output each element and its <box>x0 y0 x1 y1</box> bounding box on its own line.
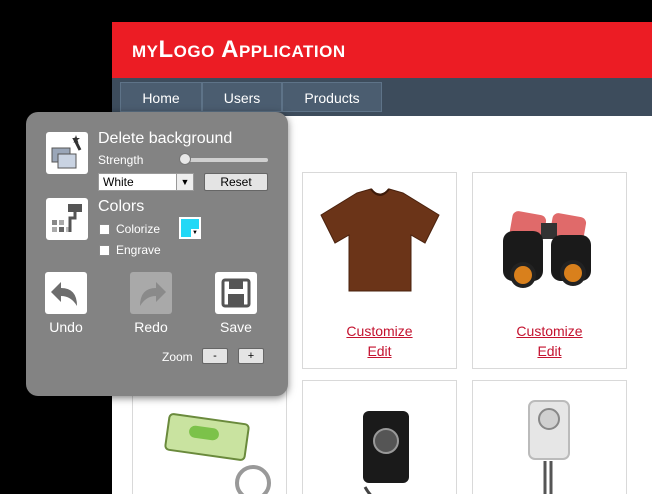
nav-tab-home[interactable]: Home <box>120 82 202 112</box>
product-card: Customize Edit <box>472 172 627 369</box>
customize-link[interactable]: Customize <box>473 321 626 341</box>
app-title: myLogo Application <box>132 36 346 63</box>
edit-link[interactable]: Edit <box>473 341 626 361</box>
binoculars-image <box>503 211 591 288</box>
spirit-level-image <box>164 413 271 494</box>
reset-button[interactable]: Reset <box>204 173 268 191</box>
compass-keychain-image <box>363 411 409 494</box>
background-color-value: White <box>103 175 134 189</box>
customize-link[interactable]: Customize <box>303 321 456 341</box>
undo-button[interactable] <box>45 272 87 314</box>
save-label: Save <box>220 319 252 335</box>
colorize-checkbox[interactable] <box>99 224 110 235</box>
edit-link[interactable]: Edit <box>303 341 456 361</box>
engrave-checkbox[interactable] <box>99 245 110 256</box>
redo-label: Redo <box>134 319 168 335</box>
app-header: myLogo Application <box>112 22 652 78</box>
chevron-down-icon: ▼ <box>191 229 199 237</box>
undo-icon <box>51 282 77 306</box>
delete-background-icon <box>46 132 88 174</box>
product-card <box>472 380 627 494</box>
nav-tab-products[interactable]: Products <box>282 82 382 112</box>
delete-background-title: Delete background <box>98 130 233 147</box>
zoom-out-button[interactable]: - <box>202 348 228 364</box>
undo-label: Undo <box>49 319 83 335</box>
editor-panel: Delete background Strength White ▼ Reset… <box>26 112 288 396</box>
strength-slider-thumb[interactable] <box>179 153 192 165</box>
engrave-label: Engrave <box>116 243 161 257</box>
color-swatch-picker[interactable]: ▼ <box>179 217 201 239</box>
strength-slider-track[interactable] <box>181 158 268 162</box>
product-card: Customize Edit <box>302 172 457 369</box>
floppy-disk-icon <box>221 278 251 308</box>
colors-icon <box>46 198 88 240</box>
redo-icon <box>140 282 166 306</box>
product-card <box>302 380 457 494</box>
product-card <box>132 380 287 494</box>
colorize-label: Colorize <box>116 222 161 236</box>
silver-compass-image <box>528 400 570 494</box>
chevron-down-icon: ▼ <box>176 174 193 190</box>
strength-label: Strength <box>98 153 144 167</box>
nav-tab-users[interactable]: Users <box>202 82 282 112</box>
main-nav: Home Users Products <box>112 78 652 116</box>
colors-title: Colors <box>98 198 145 215</box>
zoom-label: Zoom <box>162 350 193 364</box>
save-button[interactable] <box>215 272 257 314</box>
redo-button[interactable] <box>130 272 172 314</box>
background-color-select[interactable]: White ▼ <box>98 173 194 191</box>
zoom-in-button[interactable]: + <box>238 348 264 364</box>
tshirt-image <box>320 188 440 292</box>
